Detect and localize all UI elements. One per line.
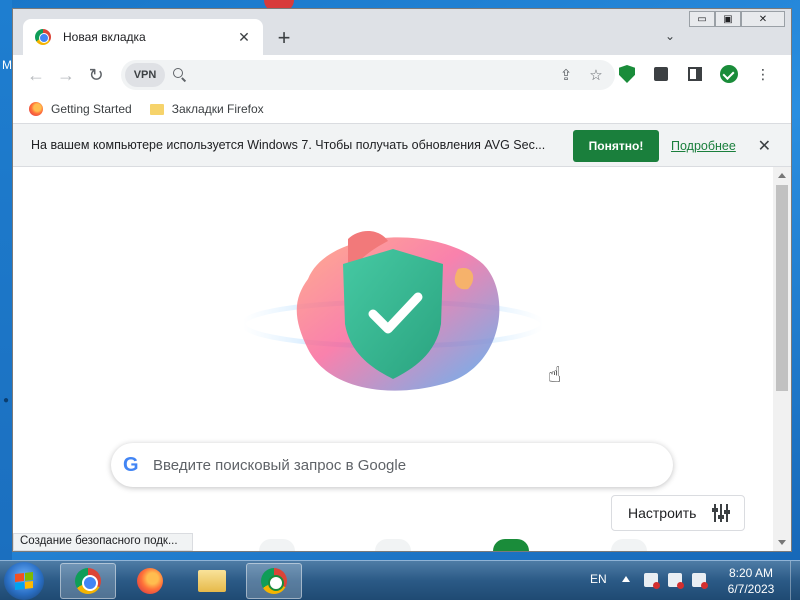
avg-privacy-shield-icon[interactable] — [613, 60, 641, 88]
avg-browser-icon — [261, 568, 287, 594]
show-hidden-icons-icon[interactable] — [622, 576, 630, 582]
menu-icon[interactable]: ⋮ — [749, 60, 777, 88]
desktop-icon-fragment: M — [2, 58, 12, 72]
new-tab-page: G Введите поисковый запрос в Google Наст… — [13, 167, 773, 551]
avg-hero-illustration — [240, 231, 546, 391]
scroll-up-arrow-icon[interactable] — [778, 173, 786, 178]
bookmark-label: Getting Started — [51, 102, 132, 116]
avg-browser-favicon-icon — [35, 29, 51, 45]
start-button[interactable] — [4, 562, 44, 600]
volume-icon[interactable] — [692, 573, 708, 589]
firefox-icon — [29, 102, 43, 116]
minimize-button[interactable]: ▭ — [689, 11, 715, 27]
extensions-area: ⋮ — [613, 60, 777, 88]
windows7-infobar: На вашем компьютере используется Windows… — [13, 123, 791, 167]
language-indicator[interactable]: EN — [590, 572, 607, 586]
shortcut-tile[interactable] — [611, 539, 647, 551]
toolbar: ← → ↻ VPN ⇪ ☆ ⋮ — [13, 55, 791, 95]
maximize-button[interactable]: ▣ — [715, 11, 741, 27]
bookmark-label: Закладки Firefox — [171, 102, 264, 116]
back-button[interactable]: ← — [21, 60, 51, 90]
window-controls: ▭ ▣ ✕ — [689, 11, 785, 29]
bookmark-folder-firefox[interactable]: Закладки Firefox — [149, 102, 264, 116]
folder-icon — [149, 103, 164, 115]
taskbar-explorer[interactable] — [184, 563, 240, 599]
close-icon[interactable]: ✕ — [758, 136, 771, 156]
extensions-puzzle-icon[interactable] — [647, 60, 675, 88]
google-g-icon: G — [123, 453, 139, 476]
search-placeholder: Введите поисковый запрос в Google — [153, 456, 407, 474]
tab-strip: Новая вкладка ✕ + ⌄ ▭ ▣ ✕ — [13, 9, 791, 55]
desktop-icon-fragment: ● — [3, 395, 10, 406]
new-tab-button[interactable]: + — [271, 25, 297, 51]
close-window-button[interactable]: ✕ — [741, 11, 785, 27]
taskbar-firefox[interactable] — [122, 563, 178, 599]
customize-label: Настроить — [628, 505, 697, 521]
scroll-thumb[interactable] — [776, 185, 788, 391]
windows-taskbar: EN 8:20 AM 6/7/2023 — [0, 560, 800, 600]
customize-button[interactable]: Настроить — [611, 495, 745, 531]
explorer-icon — [198, 570, 226, 592]
got-it-button[interactable]: Понятно! — [573, 130, 659, 162]
hand-cursor-icon: ☝ — [548, 362, 562, 387]
show-desktop-button[interactable] — [790, 561, 800, 600]
windows-logo-icon — [15, 572, 33, 590]
tab-title: Новая вкладка — [63, 30, 146, 44]
address-bar[interactable]: VPN ⇪ ☆ — [121, 60, 615, 90]
avg-security-check-icon[interactable] — [715, 60, 743, 88]
reload-button[interactable]: ↻ — [81, 60, 111, 90]
action-center-icon[interactable] — [644, 573, 660, 589]
taskbar-chrome[interactable] — [60, 563, 116, 599]
share-icon[interactable]: ⇪ — [555, 64, 577, 86]
browser-window: Новая вкладка ✕ + ⌄ ▭ ▣ ✕ ← → ↻ VPN ⇪ ☆ — [12, 8, 792, 552]
learn-more-link[interactable]: Подробнее — [671, 139, 736, 153]
shortcut-tile[interactable] — [375, 539, 411, 551]
omnibox-actions: ⇪ ☆ — [555, 64, 607, 86]
tab-new-tab[interactable]: Новая вкладка ✕ — [23, 19, 263, 55]
scroll-down-arrow-icon[interactable] — [778, 540, 786, 545]
desktop-edge — [0, 0, 12, 560]
side-panel-icon[interactable] — [681, 60, 709, 88]
search-icon — [173, 68, 187, 82]
shortcut-tile[interactable] — [259, 539, 295, 551]
tab-close-icon[interactable]: ✕ — [235, 28, 253, 46]
vpn-button[interactable]: VPN — [125, 63, 165, 87]
shortcut-tile[interactable] — [493, 539, 529, 551]
clock[interactable]: 8:20 AM 6/7/2023 — [722, 565, 780, 597]
bookmarks-bar: Getting Started Закладки Firefox — [13, 95, 791, 123]
bookmark-star-icon[interactable]: ☆ — [585, 64, 607, 86]
forward-button[interactable]: → — [51, 60, 81, 90]
infobar-message: На вашем компьютере используется Windows… — [31, 138, 546, 152]
bookmark-getting-started[interactable]: Getting Started — [29, 102, 132, 116]
network-icon[interactable] — [668, 573, 684, 589]
taskbar-avg-browser[interactable] — [246, 563, 302, 599]
chrome-icon — [75, 568, 101, 594]
status-bubble: Создание безопасного подк... — [13, 533, 193, 551]
sliders-icon — [712, 504, 731, 522]
firefox-icon — [137, 568, 163, 594]
page-scrollbar[interactable] — [773, 167, 791, 551]
clock-time: 8:20 AM — [728, 566, 774, 580]
clock-date: 6/7/2023 — [727, 582, 775, 596]
tab-search-button[interactable]: ⌄ — [659, 25, 681, 47]
google-search-box[interactable]: G Введите поисковый запрос в Google — [111, 443, 673, 487]
